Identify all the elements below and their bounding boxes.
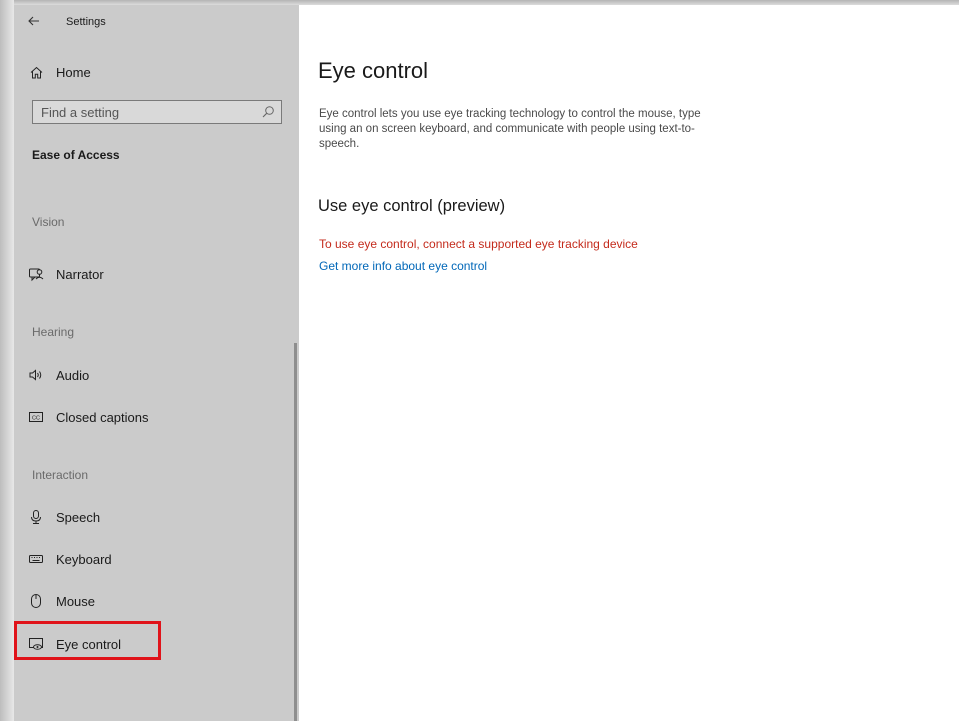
device-warning-text: To use eye control, connect a supported … [319,237,638,251]
sidebar-item-keyboard[interactable]: Keyboard [14,542,299,576]
narrator-icon [28,266,44,282]
sidebar-item-label: Home [56,64,91,80]
section-heading: Use eye control (preview) [318,197,506,215]
eye-control-icon [28,636,44,652]
back-button[interactable] [22,11,46,31]
back-arrow-icon [28,16,39,26]
sidebar-item-home[interactable]: Home [14,55,299,89]
page-title: Eye control [318,58,429,83]
main-content: Eye control Eye control lets you use eye… [299,5,959,721]
search-field[interactable] [32,100,282,124]
sidebar-scrollbar[interactable] [294,343,297,721]
search-input[interactable] [33,101,256,123]
sidebar-item-label: Audio [56,367,90,383]
sidebar-item-label: Closed captions [56,409,149,425]
closed-captions-icon: CC [28,409,44,425]
search-icon[interactable] [261,105,275,119]
sidebar-item-label: Speech [56,509,101,525]
sidebar-item-eye-control[interactable]: Eye control [14,627,299,661]
group-header-interaction: Interaction [32,468,89,482]
page-description: Eye control lets you use eye tracking te… [319,108,701,150]
sidebar-item-speech[interactable]: Speech [14,500,299,534]
speaker-icon [28,367,44,383]
group-header-vision: Vision [32,215,65,229]
section-title: Ease of Access [32,148,120,162]
sidebar-item-label: Eye control [56,636,122,652]
microphone-icon [28,509,44,525]
title-bar: Settings [14,5,299,37]
sidebar-item-narrator[interactable]: Narrator [14,257,299,291]
window-shadow [0,0,14,721]
sidebar-item-label: Narrator [56,266,104,282]
group-header-hearing: Hearing [32,325,75,339]
keyboard-icon [28,551,44,567]
sidebar-item-label: Keyboard [56,551,112,567]
settings-window: Settings Home Ease of Access Vision [0,0,959,721]
sidebar-item-mouse[interactable]: Mouse [14,584,299,618]
app-title: Settings [66,16,106,28]
home-icon [28,64,44,80]
sidebar-item-closed-captions[interactable]: CC Closed captions [14,400,299,434]
svg-text:CC: CC [32,416,40,422]
sidebar-item-label: Mouse [56,593,96,609]
more-info-link[interactable]: Get more info about eye control [319,259,487,273]
mouse-icon [28,593,44,609]
sidebar: Settings Home Ease of Access Vision [14,5,299,721]
sidebar-item-audio[interactable]: Audio [14,358,299,392]
